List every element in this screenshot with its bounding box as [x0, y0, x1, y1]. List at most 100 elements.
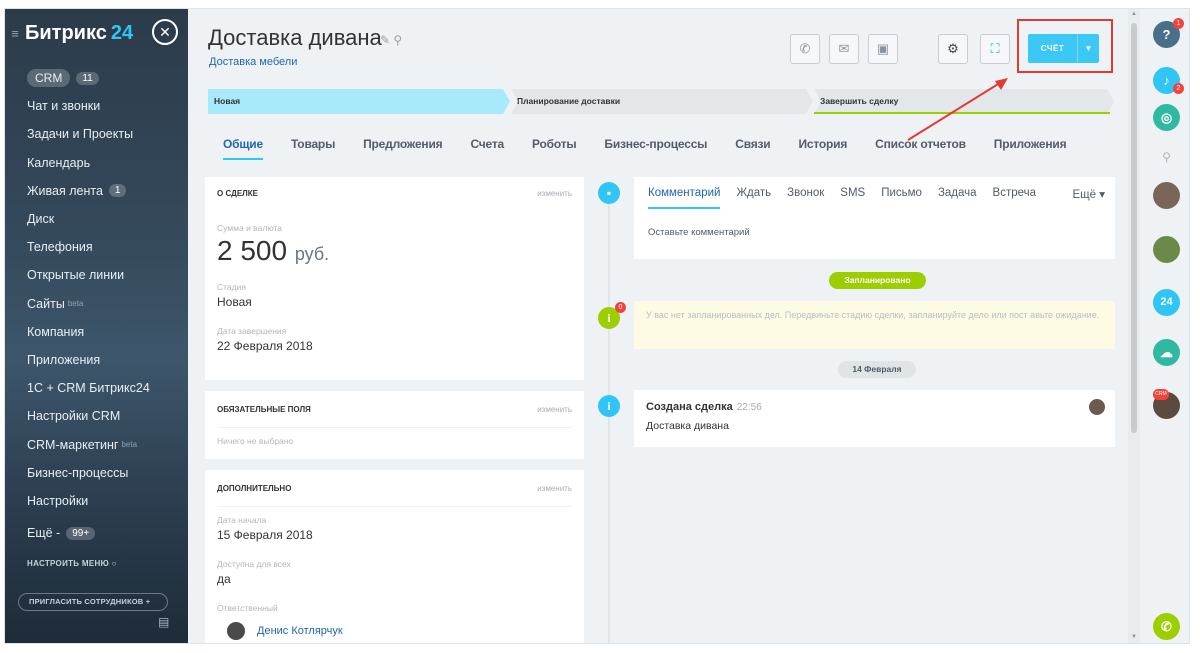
activity-tabs: Комментарий Ждать Звонок SMS Письмо Зада…	[648, 187, 1052, 209]
page-title: Доставка дивана	[208, 25, 382, 50]
scroll-down-icon[interactable]: ▼	[1128, 634, 1140, 640]
tab-links[interactable]: Связи	[735, 137, 770, 151]
tab-applications[interactable]: Приложения	[994, 137, 1067, 151]
sidebar-item[interactable]: Приложения	[5, 346, 188, 374]
settings-button[interactable]: ⚙	[938, 34, 968, 64]
amount-value[interactable]: 2 500 руб.	[217, 235, 329, 267]
sidebar-item[interactable]: Настройки CRM	[5, 402, 188, 430]
activity-editor: Комментарий Ждать Звонок SMS Письмо Зада…	[634, 177, 1115, 259]
sidebar-item-label: Открытые линии	[27, 268, 125, 283]
sidebar-item[interactable]: Телефония	[5, 233, 188, 261]
tab-quotes[interactable]: Предложения	[363, 137, 443, 151]
sidebar-item[interactable]: Чат и звонки	[5, 92, 188, 120]
tab-email[interactable]: Письмо	[881, 187, 922, 199]
start-date-value[interactable]: 15 Февраля 2018	[217, 528, 313, 542]
available-value[interactable]: да	[217, 572, 231, 586]
field-label: Дата начала	[217, 515, 267, 525]
sidebar-item-crm[interactable]: CRM 11	[5, 64, 188, 92]
main-content: Доставка дивана ✎ ⚲ Доставка мебели ✆ ✉ …	[188, 9, 1128, 643]
sidebar-item[interactable]: Задачи и Проекты	[5, 120, 188, 148]
scrollbar-thumb[interactable]	[1131, 23, 1137, 433]
sidebar-item[interactable]: Живая лента 1	[5, 177, 188, 205]
edit-link[interactable]: изменить	[537, 189, 572, 198]
comment-input[interactable]: Оставьте комментарий	[648, 227, 750, 238]
avatar	[227, 622, 245, 640]
sidebar-item[interactable]: 1С + CRM Битрикс24	[5, 374, 188, 402]
search-icon[interactable]: ⚲	[1153, 144, 1180, 171]
scrollbar[interactable]: ▲ ▼	[1128, 9, 1140, 643]
stage-new[interactable]: Новая	[208, 89, 510, 114]
count-badge: 11	[76, 71, 99, 85]
tab-general[interactable]: Общие	[223, 137, 263, 160]
notification-badge: 0	[615, 302, 626, 313]
crm-badge: CRM	[1153, 389, 1169, 400]
sidebar-item-more[interactable]: Ещё - 99+	[5, 519, 188, 547]
close-date-value[interactable]: 22 Февраля 2018	[217, 339, 313, 353]
sidebar-item[interactable]: CRM-маркетинг beta	[5, 430, 188, 458]
responsible-user[interactable]: Денис Котлярчук	[227, 622, 343, 640]
edit-link[interactable]: изменить	[537, 484, 572, 493]
tab-business-processes[interactable]: Бизнес-процессы	[604, 137, 707, 151]
chat-button[interactable]: ▣	[868, 34, 898, 64]
sidebar-item-label: Задачи и Проекты	[27, 127, 134, 142]
call-button[interactable]: ✆	[790, 34, 820, 64]
tab-robots[interactable]: Роботы	[532, 137, 577, 151]
invite-button[interactable]: ПРИГЛАСИТЬ СОТРУДНИКОВ +	[18, 593, 168, 611]
stage-finish[interactable]: Завершить сделку	[814, 89, 1114, 114]
tab-invoices[interactable]: Счета	[470, 137, 504, 151]
scan-button[interactable]: ⛶	[980, 34, 1010, 64]
card-heading: ОБЯЗАТЕЛЬНЫЕ ПОЛЯ	[217, 405, 311, 414]
stage-planning[interactable]: Планирование доставки	[511, 89, 813, 114]
help-badge: 1	[1173, 18, 1184, 29]
divider	[217, 427, 572, 428]
tab-call[interactable]: Звонок	[787, 187, 824, 199]
beta-label: beta	[67, 299, 84, 309]
tab-reports[interactable]: Список отчетов	[875, 137, 966, 151]
avatar[interactable]	[1089, 399, 1105, 415]
sidebar-item[interactable]: Открытые линии	[5, 261, 188, 289]
sidebar-item[interactable]: Диск	[5, 205, 188, 233]
sidebar-item[interactable]: Компания	[5, 318, 188, 346]
tab-history[interactable]: История	[798, 137, 847, 151]
responsible-name[interactable]: Денис Котлярчук	[257, 625, 343, 637]
bitrix24-icon[interactable]: 24	[1153, 289, 1180, 316]
stage-value[interactable]: Новая	[217, 295, 252, 309]
sidebar-item-label: Диск	[27, 212, 55, 227]
tab-sms[interactable]: SMS	[840, 187, 865, 199]
phone-icon[interactable]: ✆	[1153, 613, 1180, 640]
tab-products[interactable]: Товары	[291, 137, 335, 151]
configure-menu-button[interactable]: НАСТРОИТЬ МЕНЮ ○	[27, 559, 117, 568]
no-activities-warning: У вас нет запланированных дел. Передвинь…	[634, 301, 1115, 349]
avatar[interactable]	[1153, 236, 1180, 263]
pencil-icon: ✎	[380, 33, 391, 47]
stage-finish-underline	[814, 112, 1110, 114]
cloud-icon[interactable]: ☁	[1153, 339, 1180, 366]
sidebar-item[interactable]: Настройки	[5, 487, 188, 515]
edit-title-icons[interactable]: ✎ ⚲	[380, 33, 402, 47]
sidebar-item[interactable]: Сайты beta	[5, 290, 188, 318]
logo[interactable]: ≡ Битрикс 24 ✕	[5, 19, 188, 47]
tab-meeting[interactable]: Встреча	[993, 187, 1036, 199]
email-button[interactable]: ✉	[829, 34, 859, 64]
more-tabs-button[interactable]: Ещё ▾	[1072, 187, 1105, 201]
tab-task[interactable]: Задача	[938, 187, 977, 199]
category-link[interactable]: Доставка мебели	[209, 56, 297, 68]
edit-link[interactable]: изменить	[537, 405, 572, 414]
comment-icon: ▪	[598, 182, 620, 204]
sidebar-item[interactable]: Календарь	[5, 149, 188, 177]
printer-icon[interactable]: ▤	[158, 615, 169, 629]
chat-icon[interactable]: ◎	[1153, 104, 1180, 131]
additional-card: ДОПОЛНИТЕЛЬНО изменить Дата начала 15 Фе…	[205, 470, 584, 643]
menu-icon[interactable]: ≡	[5, 26, 25, 41]
tab-comment[interactable]: Комментарий	[648, 187, 721, 209]
timeline-event[interactable]: Создана сделка 22:56 Доставка дивана	[634, 390, 1115, 447]
close-icon[interactable]: ✕	[152, 19, 178, 45]
phone-icon: ✆	[799, 41, 811, 56]
tab-bar: Общие Товары Предложения Счета Роботы Би…	[223, 137, 1094, 160]
sidebar: ≡ Битрикс 24 ✕ CRM 11 Чат и звонки Задачи…	[5, 9, 188, 643]
tab-wait[interactable]: Ждать	[736, 187, 771, 199]
sidebar-item[interactable]: Бизнес-процессы	[5, 459, 188, 487]
envelope-icon: ✉	[838, 41, 850, 56]
scroll-up-icon[interactable]: ▲	[1128, 11, 1140, 17]
avatar[interactable]	[1153, 182, 1180, 209]
